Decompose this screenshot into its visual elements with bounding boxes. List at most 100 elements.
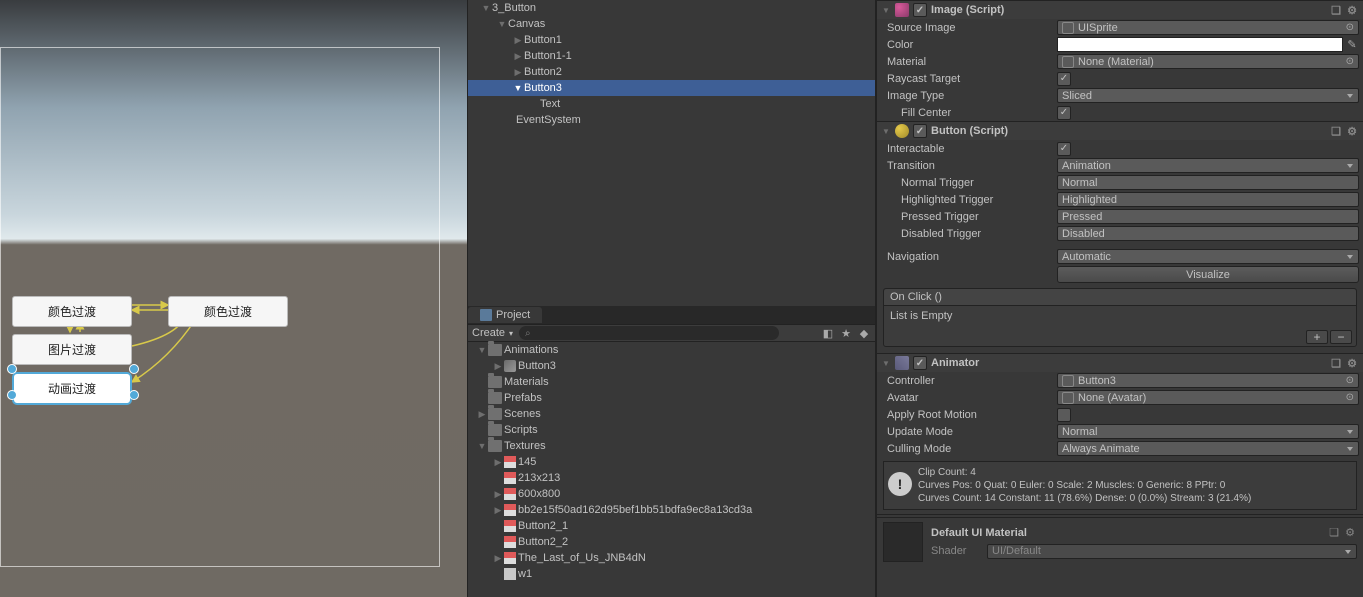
transition-dropdown[interactable]: Animation (1057, 158, 1359, 173)
project-folder-animations[interactable]: ▼ Animations (468, 342, 875, 358)
help-icon[interactable]: ❏ (1327, 526, 1341, 540)
hierarchy-item[interactable]: ▶ Button1-1 (468, 48, 875, 64)
project-tab[interactable]: Project (468, 307, 542, 323)
foldout-icon[interactable]: ▼ (512, 83, 524, 93)
project-search[interactable]: ⌕ (519, 326, 779, 340)
remove-event-button[interactable]: − (1330, 330, 1352, 344)
avatar-field[interactable]: None (Avatar) (1057, 390, 1359, 405)
hierarchy-item-root[interactable]: ▼ 3_Button (468, 0, 875, 16)
raycast-checkbox[interactable]: ✓ (1057, 72, 1071, 86)
texture-icon (504, 504, 516, 516)
project-item[interactable]: ▶ Button3 (468, 358, 875, 374)
foldout-icon[interactable]: ▼ (881, 127, 891, 136)
navigation-dropdown[interactable]: Automatic (1057, 249, 1359, 264)
selection-handle[interactable] (129, 364, 139, 374)
hierarchy-item[interactable]: ▶ Button2 (468, 64, 875, 80)
foldout-icon[interactable]: ▼ (476, 345, 488, 355)
foldout-icon[interactable]: ▶ (512, 67, 524, 78)
project-item[interactable]: ▶The_Last_of_Us_JNB4dN (468, 550, 875, 566)
color-field[interactable] (1057, 37, 1343, 52)
root-motion-checkbox[interactable] (1057, 408, 1071, 422)
shader-dropdown[interactable]: UI/Default (987, 544, 1357, 559)
selection-handle[interactable] (129, 390, 139, 400)
scene-button-animation[interactable]: 动画过渡 (12, 372, 132, 405)
component-enabled-checkbox[interactable]: ✓ (913, 3, 927, 17)
foldout-icon[interactable]: ▶ (492, 361, 504, 372)
foldout-icon[interactable]: ▶ (512, 51, 524, 62)
project-item[interactable]: Button2_1 (468, 518, 875, 534)
selection-handle[interactable] (7, 364, 17, 374)
filter-icon[interactable]: ◧ (821, 326, 835, 340)
foldout-icon[interactable]: ▼ (496, 19, 508, 29)
project-tree[interactable]: ▼ Animations ▶ Button3 Materials Prefabs… (468, 342, 875, 582)
image-type-dropdown[interactable]: Sliced (1057, 88, 1359, 103)
foldout-icon[interactable]: ▶ (492, 457, 504, 468)
hierarchy-panel[interactable]: ▼ 3_Button ▼ Canvas ▶ Button1 ▶ Button1-… (468, 0, 875, 306)
highlighted-trigger-field[interactable]: Highlighted (1057, 192, 1359, 207)
source-image-field[interactable]: UISprite (1057, 20, 1359, 35)
hierarchy-item[interactable]: Text (468, 96, 875, 112)
culling-mode-dropdown[interactable]: Always Animate (1057, 441, 1359, 456)
interactable-checkbox[interactable]: ✓ (1057, 142, 1071, 156)
create-dropdown[interactable]: Create▾ (472, 327, 513, 339)
help-icon[interactable]: ❏ (1329, 356, 1343, 370)
pressed-trigger-field[interactable]: Pressed (1057, 209, 1359, 224)
component-enabled-checkbox[interactable]: ✓ (913, 356, 927, 370)
scene-view[interactable]: 颜色过渡 颜色过渡 图片过渡 动画过渡 (0, 0, 467, 597)
scene-button-image[interactable]: 图片过渡 (12, 334, 132, 365)
component-header[interactable]: ▼ ✓ Image (Script) ❏⚙ (877, 1, 1363, 19)
controller-field[interactable]: Button3 (1057, 373, 1359, 388)
inspector-panel[interactable]: ▼ ✓ Image (Script) ❏⚙ Source Image UISpr… (876, 0, 1363, 597)
scene-button-color-1[interactable]: 颜色过渡 (12, 296, 132, 327)
gear-icon[interactable]: ⚙ (1345, 124, 1359, 138)
eyedropper-icon[interactable]: ✎ (1345, 37, 1359, 52)
foldout-icon[interactable]: ▼ (476, 441, 488, 451)
component-header[interactable]: ▼ ✓ Animator ❏⚙ (877, 354, 1363, 372)
foldout-icon[interactable]: ▼ (480, 3, 492, 13)
project-folder-textures[interactable]: ▼ Textures (468, 438, 875, 454)
project-item[interactable]: Button2_2 (468, 534, 875, 550)
foldout-icon[interactable]: ▶ (492, 505, 504, 516)
project-item[interactable]: 213x213 (468, 470, 875, 486)
hierarchy-item-selected[interactable]: ▼ Button3 (468, 80, 875, 96)
disabled-trigger-field[interactable]: Disabled (1057, 226, 1359, 241)
project-folder-materials[interactable]: Materials (468, 374, 875, 390)
update-mode-dropdown[interactable]: Normal (1057, 424, 1359, 439)
scene-button-color-2[interactable]: 颜色过渡 (168, 296, 288, 327)
component-header[interactable]: ▼ ✓ Button (Script) ❏⚙ (877, 122, 1363, 140)
foldout-icon[interactable]: ▼ (881, 359, 891, 368)
project-item[interactable]: ▶145 (468, 454, 875, 470)
normal-trigger-field[interactable]: Normal (1057, 175, 1359, 190)
help-icon[interactable]: ❏ (1329, 3, 1343, 17)
material-field[interactable]: None (Material) (1057, 54, 1359, 69)
project-panel[interactable]: Project Create▾ ⌕ ◧ ★ ◆ ▼ Animations (468, 306, 875, 597)
foldout-icon[interactable]: ▼ (881, 6, 891, 15)
project-folder-scenes[interactable]: ▶ Scenes (468, 406, 875, 422)
project-item[interactable]: ▶600x800 (468, 486, 875, 502)
gear-icon[interactable]: ⚙ (1343, 526, 1357, 540)
prop-label: Normal Trigger (887, 177, 1057, 189)
component-enabled-checkbox[interactable]: ✓ (913, 124, 927, 138)
foldout-icon[interactable]: ▶ (492, 553, 504, 564)
project-folder-scripts[interactable]: Scripts (468, 422, 875, 438)
visualize-button[interactable]: Visualize (1057, 266, 1359, 283)
fill-center-checkbox[interactable]: ✓ (1057, 106, 1071, 120)
gear-icon[interactable]: ⚙ (1345, 356, 1359, 370)
foldout-icon[interactable]: ▶ (476, 409, 488, 420)
texture-icon (504, 472, 516, 484)
foldout-icon[interactable]: ▶ (512, 35, 524, 46)
favorites-icon[interactable]: ★ (839, 326, 853, 340)
selection-handle[interactable] (7, 390, 17, 400)
type-filter-icon[interactable]: ◆ (857, 326, 871, 340)
hierarchy-item-eventsystem[interactable]: EventSystem (468, 112, 875, 128)
foldout-icon[interactable]: ▶ (492, 489, 504, 500)
hierarchy-item-label: Button2 (524, 66, 562, 78)
add-event-button[interactable]: + (1306, 330, 1328, 344)
project-item[interactable]: w1 (468, 566, 875, 582)
hierarchy-item-canvas[interactable]: ▼ Canvas (468, 16, 875, 32)
gear-icon[interactable]: ⚙ (1345, 3, 1359, 17)
project-folder-prefabs[interactable]: Prefabs (468, 390, 875, 406)
help-icon[interactable]: ❏ (1329, 124, 1343, 138)
hierarchy-item[interactable]: ▶ Button1 (468, 32, 875, 48)
project-item[interactable]: ▶bb2e15f50ad162d95bef1bb51bdfa9ec8a13cd3… (468, 502, 875, 518)
